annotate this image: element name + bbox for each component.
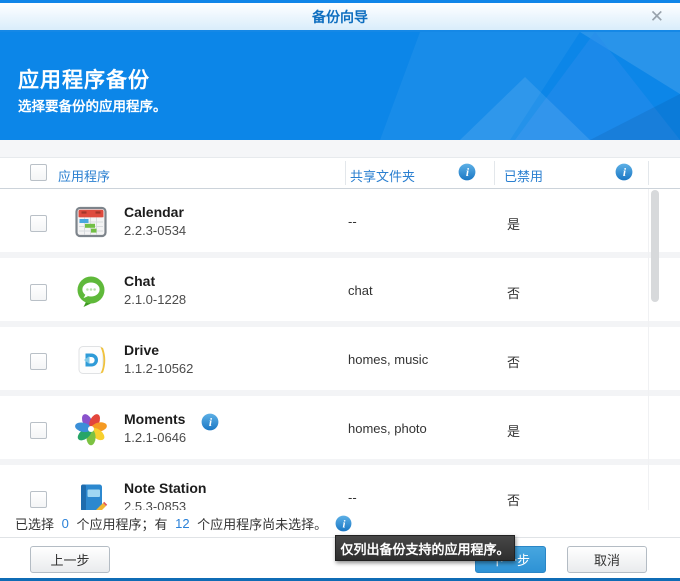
table-row[interactable]: Drive 1.1.2-10562 homes, music 否	[0, 327, 680, 396]
app-version: 2.2.3-0534	[124, 223, 186, 238]
column-header-disabled[interactable]: 已禁用	[504, 166, 543, 185]
tooltip: 仅列出备份支持的应用程序。	[335, 535, 515, 561]
column-divider	[648, 161, 649, 185]
vertical-scrollbar-thumb[interactable]	[651, 190, 659, 302]
table-row[interactable]: Chat 2.1.0-1228 chat 否	[0, 258, 680, 327]
column-divider	[345, 161, 346, 185]
app-name: Note Station	[124, 480, 206, 496]
titlebar: 备份向导 ✕	[0, 3, 680, 32]
selected-count: 0	[62, 516, 69, 531]
previous-button[interactable]: 上一步	[30, 546, 110, 573]
row-checkbox[interactable]	[30, 215, 47, 232]
tooltip-text: 仅列出备份支持的应用程序。	[340, 539, 509, 558]
shared-folder-cell: --	[348, 214, 357, 229]
app-name: Calendar	[124, 204, 184, 220]
shared-folder-cell: chat	[348, 283, 373, 298]
app-version: 2.1.0-1228	[124, 292, 186, 307]
table-row[interactable]: Moments 1.2.1-0646 homes, photo 是	[0, 396, 680, 465]
app-name: Drive	[124, 342, 159, 358]
app-version: 2.5.3-0853	[124, 499, 186, 510]
page-subtitle: 选择要备份的应用程序。	[18, 95, 167, 115]
backup-wizard-dialog: 备份向导 ✕ 应用程序备份 选择要备份的应用程序。 应用程序 共享文件夹 已禁用…	[0, 0, 680, 581]
app-version: 1.2.1-0646	[124, 430, 186, 445]
table-row[interactable]: Note Station 2.5.3-0853 -- 否	[0, 465, 680, 510]
column-divider	[494, 161, 495, 185]
row-checkbox[interactable]	[30, 491, 47, 508]
disabled-cell: 否	[507, 490, 520, 509]
app-info-icon[interactable]	[201, 413, 219, 431]
banner-table-gap	[0, 140, 680, 158]
table-row[interactable]: Calendar 2.2.3-0534 -- 是	[0, 189, 680, 258]
unselected-count: 12	[175, 516, 189, 531]
summary-middle: 个应用程序；有	[73, 514, 171, 533]
row-checkbox[interactable]	[30, 353, 47, 370]
column-header-application[interactable]: 应用程序	[58, 166, 110, 185]
summary-prefix: 已选择	[15, 514, 58, 533]
app-name: Moments	[124, 411, 185, 427]
select-all-checkbox[interactable]	[30, 164, 47, 181]
disabled-cell: 是	[507, 421, 520, 440]
row-checkbox[interactable]	[30, 284, 47, 301]
calendar-app-icon	[74, 205, 108, 239]
banner-facet-graphic	[260, 32, 680, 140]
shared-folder-cell: homes, music	[348, 352, 428, 367]
cancel-button[interactable]: 取消	[567, 546, 647, 573]
disabled-info-icon[interactable]	[615, 163, 633, 181]
selection-info-icon[interactable]	[335, 515, 352, 532]
table-right-divider	[648, 189, 649, 510]
wizard-banner: 应用程序备份 选择要备份的应用程序。	[0, 32, 680, 140]
disabled-cell: 否	[507, 283, 520, 302]
page-title: 应用程序备份	[18, 64, 150, 94]
drive-app-icon	[74, 343, 108, 377]
table-body: Calendar 2.2.3-0534 -- 是 Chat 2.1.0-1228…	[0, 189, 680, 510]
selection-summary: 已选择 0 个应用程序；有 12 个应用程序尚未选择。	[0, 510, 680, 537]
column-header-shared-folder[interactable]: 共享文件夹	[350, 166, 415, 185]
chat-app-icon	[74, 274, 108, 308]
note-station-app-icon	[74, 481, 108, 510]
disabled-cell: 是	[507, 214, 520, 233]
shared-folder-cell: homes, photo	[348, 421, 427, 436]
window-title: 备份向导	[312, 7, 368, 27]
row-checkbox[interactable]	[30, 422, 47, 439]
shared-folder-cell: --	[348, 490, 357, 505]
close-icon[interactable]: ✕	[650, 7, 664, 27]
table-header: 应用程序 共享文件夹 已禁用	[0, 158, 680, 189]
app-version: 1.1.2-10562	[124, 361, 193, 376]
moments-app-icon	[74, 412, 108, 446]
disabled-cell: 否	[507, 352, 520, 371]
app-name: Chat	[124, 273, 155, 289]
shared-folder-info-icon[interactable]	[458, 163, 476, 181]
summary-suffix: 个应用程序尚未选择。	[194, 514, 328, 533]
